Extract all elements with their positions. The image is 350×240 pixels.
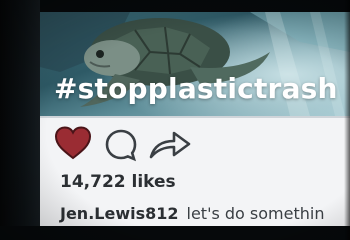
dark-top-edge <box>0 0 350 12</box>
phone-bezel <box>0 0 40 240</box>
dark-bottom-edge <box>0 226 350 240</box>
caption-text: let's do somethin <box>186 204 325 223</box>
likes-count[interactable]: 14,722 likes <box>60 172 176 192</box>
photo-scene: #stopplastictrash 14,722 likes Jen.Lewis… <box>0 0 350 240</box>
comment-icon[interactable] <box>104 128 138 162</box>
phone-screen: #stopplastictrash 14,722 likes Jen.Lewis… <box>40 12 350 226</box>
heart-icon[interactable] <box>54 126 92 160</box>
post-image[interactable]: #stopplastictrash <box>40 12 350 116</box>
caption-username[interactable]: Jen.Lewis812 <box>60 204 179 223</box>
post-caption: Jen.Lewis812 let's do somethin <box>60 204 324 223</box>
post-hashtag[interactable]: #stopplastictrash <box>54 72 338 105</box>
right-shadow <box>344 0 350 240</box>
share-icon[interactable] <box>148 129 192 161</box>
image-divider <box>40 116 350 118</box>
